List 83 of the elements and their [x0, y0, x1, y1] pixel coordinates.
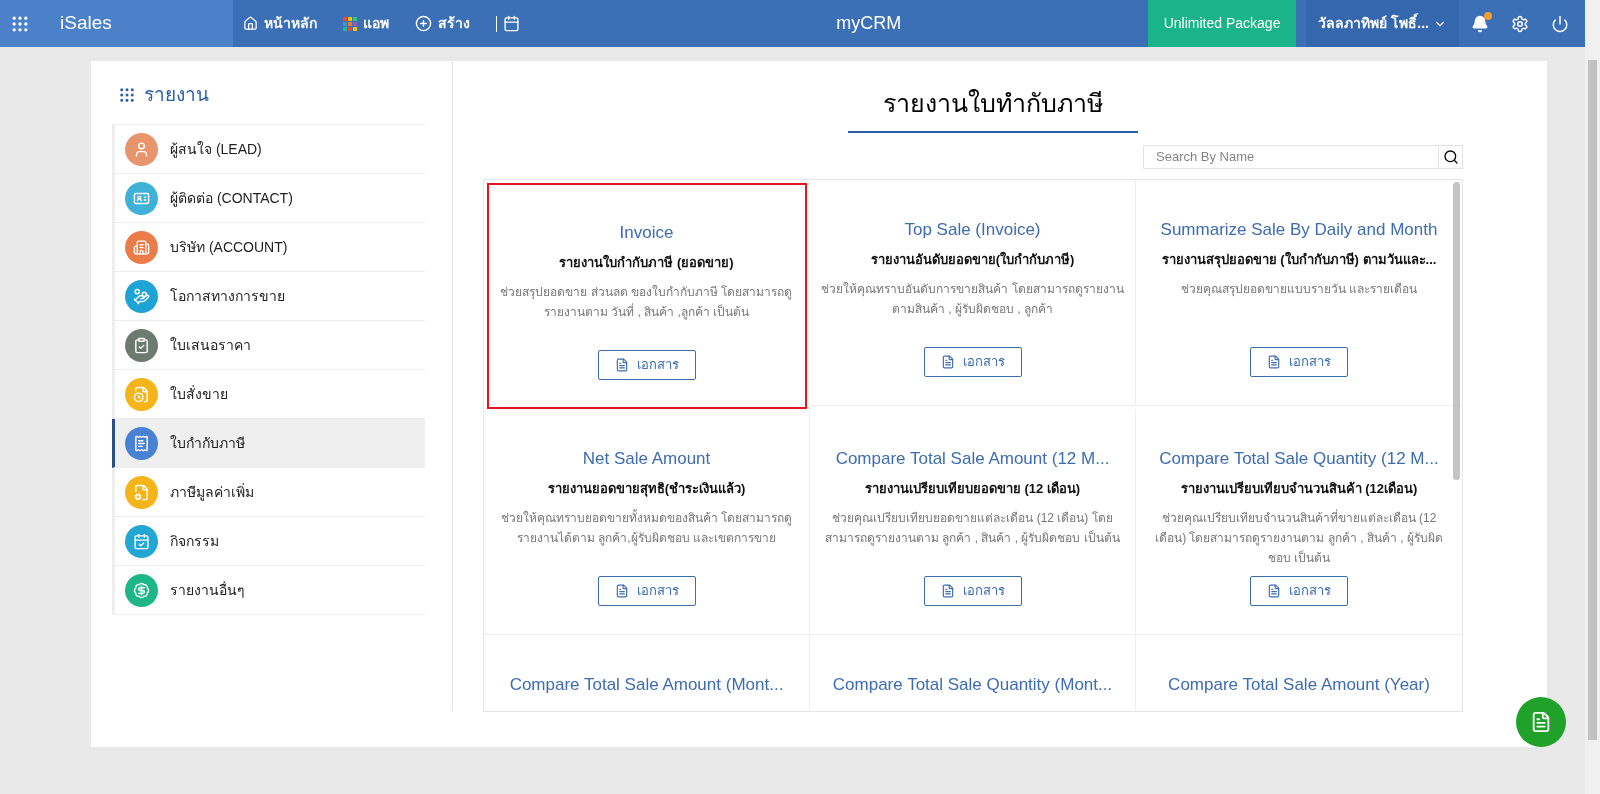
sidebar-label: โอกาสทางการขาย [170, 286, 285, 306]
sidebar-label: ใบเสนอราคา [170, 335, 251, 355]
sidebar-label: ภาษีมูลค่าเพิ่ม [170, 482, 254, 503]
report-subtitle: รายงานอันดับยอดขาย(ใบกำกับภาษี) [870, 250, 1075, 269]
document-icon [940, 583, 955, 598]
document-icon [614, 583, 629, 598]
report-subtitle: รายงานเปรียบเทียบยอดขาย (12 เดือน) [864, 480, 1081, 498]
report-title: Compare Total Sale Quantity (12 M... [1159, 447, 1439, 470]
report-title: Compare Total Sale Amount (Mont... [509, 673, 784, 696]
document-button[interactable]: เอกสาร [1250, 575, 1348, 606]
search-field[interactable]: Search By Name [1143, 144, 1463, 169]
grid-icon [118, 86, 136, 104]
sidebar-item[interactable]: ใบกำกับภาษี [112, 419, 425, 468]
report-description: ช่วยให้คุณทราบอันดับการขายสินค้า โดยสามารถดูรายงานตามสินค้า , ผู้รับผิดชอบ , ลูกค้า [820, 280, 1125, 319]
sidebar-item[interactable]: ใบสั่งขาย [112, 370, 425, 419]
sidebar-item[interactable]: กิจกรรม [112, 517, 425, 566]
report-title: Compare Total Sale Amount (Year) [1168, 673, 1430, 696]
report-card[interactable]: Compare Total Sale Quantity (Mont... [810, 634, 1136, 711]
report-card[interactable]: Top Sale (Invoice) รายงานอันดับยอดขาย(ใบกำกับภาษี) ช่วยให้คุณทราบอันดับการขายสินค้า โดยสามารถดูรายงานตามสินค้า , ผู้รับผิดชอบ , ลูกค้า เอกสาร [810, 179, 1136, 406]
report-card[interactable]: Compare Total Sale Amount (Mont... [484, 634, 810, 711]
sidebar-item[interactable]: รายงานอื่นๆ [112, 566, 425, 615]
sidebar-title: รายงาน [144, 82, 209, 107]
report-description: ช่วยคุณเปรียบเทียบยอดขายแต่ละเดือน (12 เดือน) โดยสามารถดูรายงานตาม ลูกค้า , สินค้า , ผู้รับผิดชอบ เป็นต้น [824, 509, 1121, 548]
floating-document-button[interactable] [1516, 697, 1566, 747]
report-card[interactable]: Compare Total Sale Amount (Year) [1136, 634, 1462, 711]
sidebar-item[interactable]: ใบเสนอราคา [112, 321, 425, 370]
search-input[interactable]: Search By Name [1144, 145, 1438, 168]
report-card[interactable]: Invoice รายงานใบกำกับภาษี (ยอดขาย) ช่วยสรุปยอดขาย ส่วนลด ของใบกำกับภาษี โดยสามารถดูรายงานตาม วันที่ , สินค้า ,ลูกค้า เป็นต้น เอกสาร [487, 182, 807, 409]
sidebar-label: ใบกำกับภาษี [170, 433, 245, 453]
report-title: Compare Total Sale Amount (12 M... [835, 447, 1110, 470]
sidebar-item[interactable]: ภาษีมูลค่าเพิ่ม [112, 468, 425, 517]
sidebar-item[interactable]: ผู้สนใจ (LEAD) [112, 125, 425, 174]
report-description: ช่วยคุณสรุปยอดขายแบบรายวัน และรายเดือน [1180, 280, 1418, 299]
report-title: Summarize Sale By Daily and Month [1160, 218, 1438, 241]
home-icon [243, 16, 258, 31]
document-icon [614, 357, 629, 372]
search-icon[interactable] [1442, 148, 1459, 165]
app-name: iSales [60, 11, 112, 36]
document-button[interactable]: เอกสาร [923, 575, 1022, 606]
nav-link[interactable]: แอพ [343, 13, 389, 34]
sidebar-label: กิจกรรม [170, 531, 219, 551]
document-icon [1267, 583, 1281, 598]
report-subtitle: รายงานเปรียบเทียบจำนวนสินค้า (12เดือน) [1180, 480, 1418, 498]
report-card[interactable]: Compare Total Sale Amount (12 M... รายงานเปรียบเทียบยอดขาย (12 เดือน) ช่วยคุณเปรียบเทียบยอดขายแต่ละเดือน (12 เดือน) โดยสามารถดูรายงานตาม ลูกค้า , สินค้า , ผู้รับผิดชอบ เป็นต้น เอกสาร [810, 408, 1136, 635]
report-subtitle: รายงานใบกำกับภาษี (ยอดขาย) [559, 253, 734, 272]
sidebar-label: บริษัท (ACCOUNT) [170, 237, 288, 257]
plus-circle-icon [415, 15, 432, 32]
sidebar-label: ใบสั่งขาย [170, 384, 228, 404]
document-icon [940, 354, 955, 369]
calendar-icon[interactable] [503, 15, 520, 32]
sidebar-label: ผู้ติดต่อ (CONTACT) [170, 188, 293, 209]
nav-link[interactable]: หน้าหลัก [243, 13, 317, 34]
report-card[interactable]: Net Sale Amount รายงานยอดขายสุทธิ(ชำระเงินแล้ว) ช่วยให้คุณทราบยอดขายทั้งหมดของสินค้า โดยสามารถดูรายงานได้ตาม ลูกค้า,ผู้รับผิดชอบ และเขตการขาย เอกสาร [484, 408, 810, 635]
document-button[interactable]: เอกสาร [923, 346, 1022, 377]
sidebar-label: ผู้สนใจ (LEAD) [170, 139, 262, 160]
report-subtitle: รายงานยอดขายสุทธิ(ชำระเงินแล้ว) [547, 480, 746, 499]
colored-grid-icon [343, 16, 357, 31]
nav-link[interactable]: สร้าง [415, 13, 470, 34]
report-subtitle: รายงานสรุปยอดขาย (ใบกำกับภาษี) ตามวันและ... [1161, 250, 1437, 270]
report-description: ช่วยให้คุณทราบยอดขายทั้งหมดของสินค้า โดยสามารถดูรายงานได้ตาม ลูกค้า,ผู้รับผิดชอบ และเขตการขาย [499, 508, 794, 548]
document-icon [1530, 711, 1552, 733]
document-icon [1267, 354, 1281, 369]
sidebar-label: รายงานอื่นๆ [170, 580, 245, 600]
sidebar-item[interactable]: โอกาสทางการขาย [112, 272, 425, 321]
power-icon[interactable] [1551, 14, 1569, 33]
page-title: รายงานใบทำกับภาษี [848, 85, 1138, 133]
user-menu[interactable]: วัลลภาทิพย์ โพธิ์... [1306, 0, 1459, 47]
report-title: Invoice [619, 221, 674, 244]
sidebar-item[interactable]: บริษัท (ACCOUNT) [112, 223, 425, 272]
document-button[interactable]: เอกสาร [597, 575, 696, 606]
report-title: Top Sale (Invoice) [904, 218, 1041, 241]
report-title: Net Sale Amount [582, 447, 711, 470]
document-button[interactable]: เอกสาร [1250, 346, 1348, 377]
logo: myCRM [836, 12, 902, 35]
report-description: ช่วยคุณเปรียบเทียบจำนวนสินค้าที่ขายแต่ละเดือน (12 เดือน) โดยสามารถดูรายงานตาม ลูกค้า , สินค้า , ผู้รับผิดชอบ เป็นต้น [1154, 508, 1444, 567]
report-title: Compare Total Sale Quantity (Mont... [832, 673, 1113, 696]
page-scrollbar[interactable] [1585, 0, 1600, 794]
settings-icon[interactable] [1511, 14, 1529, 33]
report-description: ช่วยสรุปยอดขาย ส่วนลด ของใบกำกับภาษี โดยสามารถดูรายงานตาม วันที่ , สินค้า ,ลูกค้า เป็นต้น [499, 283, 794, 322]
document-button[interactable]: เอกสาร [597, 349, 696, 380]
notification-bell-icon[interactable] [1471, 14, 1489, 33]
sidebar-item[interactable]: ผู้ติดต่อ (CONTACT) [112, 174, 425, 223]
scrollbar[interactable] [1453, 181, 1460, 480]
